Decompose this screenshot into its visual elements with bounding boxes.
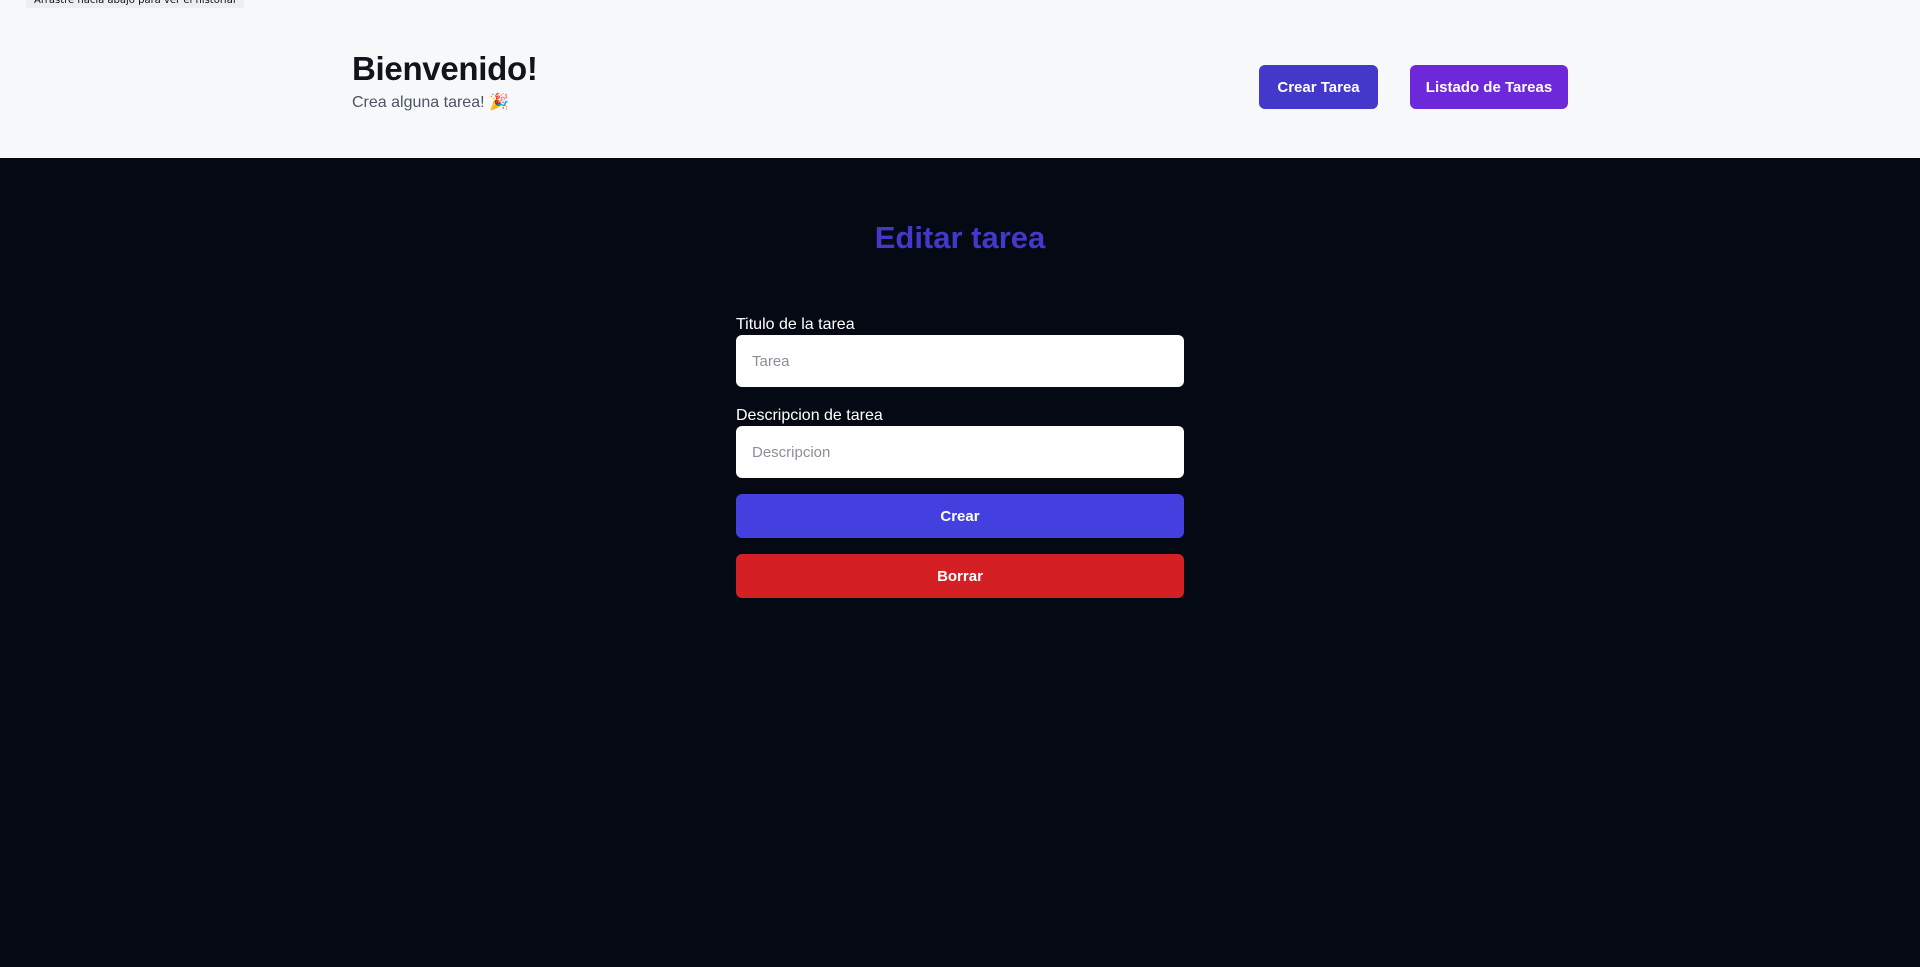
brand-block: Bienvenido! Crea alguna tarea! 🎉	[352, 50, 538, 112]
task-list-nav-button[interactable]: Listado de Tareas	[1410, 65, 1568, 109]
page-title: Editar tarea	[874, 220, 1046, 255]
main-content: Editar tarea Titulo de la tarea Descripc…	[0, 158, 1920, 967]
task-description-label: Descripcion de tarea	[736, 407, 883, 424]
top-header: Bienvenido! Crea alguna tarea! 🎉 Crear T…	[0, 0, 1920, 158]
create-button[interactable]: Crear	[736, 494, 1184, 538]
task-description-input[interactable]	[736, 426, 1184, 478]
task-title-label: Titulo de la tarea	[736, 316, 855, 333]
pull-to-refresh-hint: Arrastre hacia abajo para ver el histori…	[26, 0, 244, 8]
welcome-title: Bienvenido!	[352, 50, 538, 87]
create-task-nav-button[interactable]: Crear Tarea	[1259, 65, 1378, 109]
task-title-input[interactable]	[736, 335, 1184, 387]
edit-task-form: Titulo de la tarea Descripcion de tarea …	[736, 316, 1184, 598]
field-spacer	[736, 387, 1184, 407]
delete-button[interactable]: Borrar	[736, 554, 1184, 598]
welcome-subtitle: Crea alguna tarea! 🎉	[352, 94, 509, 111]
